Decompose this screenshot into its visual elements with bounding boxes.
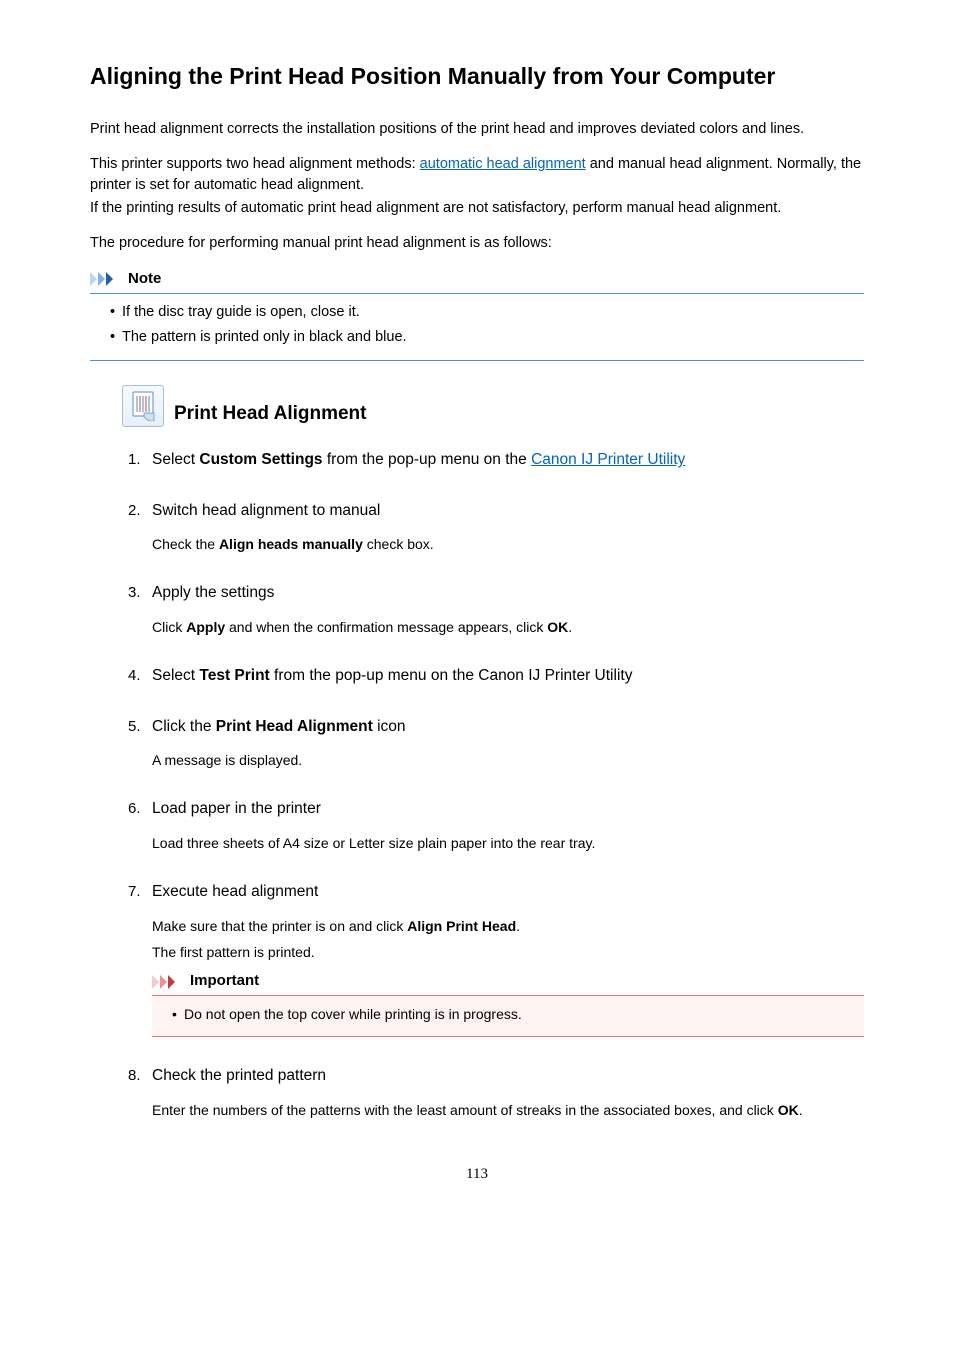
page-title: Aligning the Print Head Position Manuall… (90, 60, 864, 93)
step-3-body: Click Apply and when the confirmation me… (152, 617, 864, 637)
step-5-body: A message is displayed. (152, 750, 864, 770)
steps-list: Select Custom Settings from the pop-up m… (128, 449, 864, 1120)
step-4-title-post: from the pop-up menu on the Canon IJ Pri… (270, 667, 633, 684)
note-header: Note (90, 268, 864, 293)
step-3-body-mid: and when the confirmation message appear… (225, 619, 547, 635)
step-5: Click the Print Head Alignment icon A me… (128, 716, 864, 771)
step-1-title: Select Custom Settings from the pop-up m… (152, 449, 864, 471)
step-6-title: Load paper in the printer (152, 798, 864, 820)
step-1-title-mid: from the pop-up menu on the (323, 451, 532, 468)
step-4: Select Test Print from the pop-up menu o… (128, 665, 864, 687)
step-2: Switch head alignment to manual Check th… (128, 500, 864, 555)
important-header: Important (152, 970, 864, 995)
important-arrows-icon (152, 974, 186, 988)
section-head: Print Head Alignment (122, 385, 864, 427)
step-8-body-pre: Enter the numbers of the patterns with t… (152, 1102, 778, 1118)
step-1-title-bold: Custom Settings (199, 451, 322, 468)
step-2-body-post: check box. (363, 536, 434, 552)
step-8-body-bold: OK (778, 1102, 799, 1118)
step-2-body-bold: Align heads manually (219, 536, 363, 552)
step-7-body-post: . (516, 918, 520, 934)
canon-ij-printer-utility-link[interactable]: Canon IJ Printer Utility (531, 451, 685, 468)
section-print-head-alignment: Print Head Alignment Select Custom Setti… (122, 385, 864, 1120)
step-7-body-bold: Align Print Head (407, 918, 516, 934)
important-block: Important Do not open the top cover whil… (152, 970, 864, 1037)
automatic-head-alignment-link[interactable]: automatic head alignment (420, 156, 586, 172)
intro-paragraph-1: Print head alignment corrects the instal… (90, 119, 864, 140)
step-4-title-bold: Test Print (199, 667, 269, 684)
step-5-title-post: icon (373, 718, 406, 735)
important-label: Important (190, 970, 259, 992)
note-body: If the disc tray guide is open, close it… (90, 293, 864, 361)
step-3-body-post: . (568, 619, 572, 635)
important-item-1: Do not open the top cover while printing… (172, 1004, 862, 1024)
step-3-body-bold: Apply (186, 619, 225, 635)
step-7-body-pre: Make sure that the printer is on and cli… (152, 918, 407, 934)
step-5-body-text: A message is displayed. (152, 750, 864, 770)
step-5-title: Click the Print Head Alignment icon (152, 716, 864, 738)
step-5-title-bold: Print Head Alignment (216, 718, 373, 735)
step-3: Apply the settings Click Apply and when … (128, 582, 864, 637)
note-block: Note If the disc tray guide is open, clo… (90, 268, 864, 361)
step-4-title-pre: Select (152, 667, 199, 684)
step-3-body-bold2: OK (547, 619, 568, 635)
intro-paragraph-2: This printer supports two head alignment… (90, 154, 864, 196)
intro-paragraph-4: The procedure for performing manual prin… (90, 233, 864, 254)
step-7: Execute head alignment Make sure that th… (128, 881, 864, 1037)
step-8-body: Enter the numbers of the patterns with t… (152, 1100, 864, 1120)
step-1: Select Custom Settings from the pop-up m… (128, 449, 864, 471)
intro2-pre: This printer supports two head alignment… (90, 156, 420, 172)
section-title: Print Head Alignment (174, 400, 366, 428)
step-3-title: Apply the settings (152, 582, 864, 604)
page-number: 113 (90, 1164, 864, 1186)
step-8: Check the printed pattern Enter the numb… (128, 1065, 864, 1120)
important-body: Do not open the top cover while printing… (152, 995, 864, 1037)
step-4-title: Select Test Print from the pop-up menu o… (152, 665, 864, 687)
step-7-body-line2: The first pattern is printed. (152, 942, 864, 962)
step-7-title: Execute head alignment (152, 881, 864, 903)
step-6-body: Load three sheets of A4 size or Letter s… (152, 833, 864, 853)
note-arrows-icon (90, 272, 124, 286)
step-2-title: Switch head alignment to manual (152, 500, 864, 522)
step-2-body: Check the Align heads manually check box… (152, 534, 864, 554)
step-6-body-text: Load three sheets of A4 size or Letter s… (152, 833, 864, 853)
note-item-2: The pattern is printed only in black and… (110, 327, 862, 348)
note-item-1: If the disc tray guide is open, close it… (110, 302, 862, 323)
intro-paragraph-3: If the printing results of automatic pri… (90, 198, 864, 219)
step-2-body-pre: Check the (152, 536, 219, 552)
print-head-alignment-icon (122, 385, 164, 427)
step-8-body-post: . (799, 1102, 803, 1118)
step-1-title-pre: Select (152, 451, 199, 468)
step-6: Load paper in the printer Load three she… (128, 798, 864, 853)
step-3-body-pre: Click (152, 619, 186, 635)
step-8-title: Check the printed pattern (152, 1065, 864, 1087)
note-label: Note (128, 268, 161, 290)
step-5-title-pre: Click the (152, 718, 216, 735)
step-7-body: Make sure that the printer is on and cli… (152, 916, 864, 1038)
